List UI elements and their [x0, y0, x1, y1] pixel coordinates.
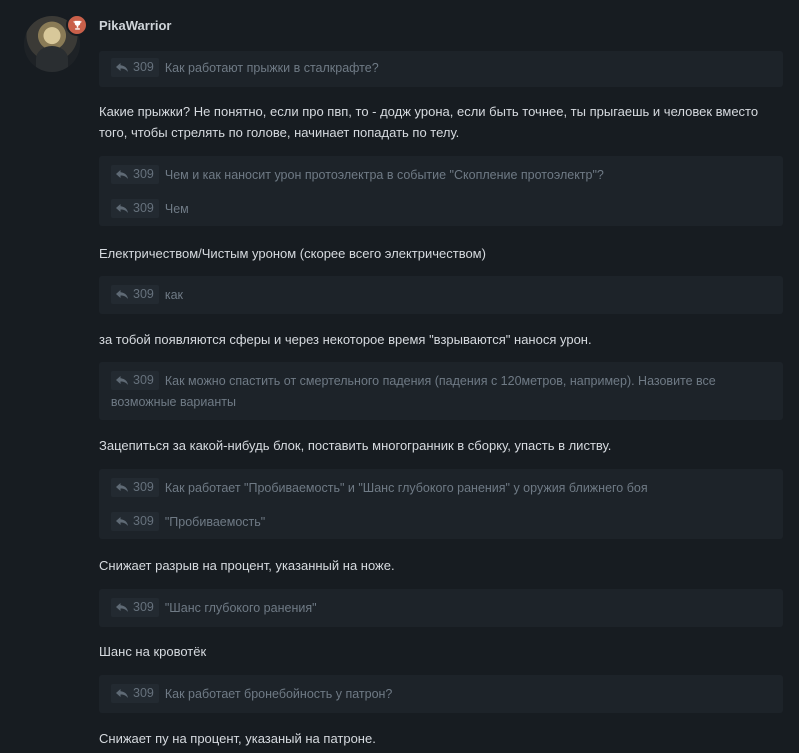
- quote-id: 309: [133, 287, 154, 301]
- quote-reference[interactable]: 309: [111, 165, 159, 184]
- trophy-icon: [66, 14, 88, 36]
- quote-item: 309 Как можно спастить от смертельного п…: [111, 371, 751, 413]
- answer-text: Снижает разрыв на процент, указанный на …: [99, 558, 395, 573]
- quote-block: 309 Чем и как наносит урон протоэлектра …: [99, 156, 783, 226]
- quote-id: 309: [133, 201, 154, 215]
- reply-icon: [116, 203, 128, 213]
- quote-reference[interactable]: 309: [111, 199, 159, 218]
- answer-text: Шанс на кровотёк: [99, 644, 207, 659]
- quote-item: 309 Чем и как наносит урон протоэлектра …: [111, 165, 604, 186]
- quote-reference[interactable]: 309: [111, 478, 159, 497]
- quote-block: 309 как: [99, 276, 783, 314]
- answer-text: Зацепиться за какой-нибудь блок, постави…: [99, 438, 612, 453]
- user-avatar-container[interactable]: [24, 14, 88, 76]
- quote-id: 309: [133, 600, 154, 614]
- quote-text: Как можно спастить от смертельного паден…: [110, 374, 716, 409]
- quote-item: 309 "Пробиваемость": [111, 512, 265, 533]
- quote-reference[interactable]: 309: [111, 598, 159, 617]
- quote-id: 309: [133, 60, 154, 74]
- quote-text: "Пробиваемость": [164, 515, 266, 529]
- quote-block: 309 Как работает "Пробиваемость" и "Шанс…: [99, 469, 783, 539]
- answer-text: за тобой появляются сферы и через некото…: [99, 332, 592, 347]
- reply-icon: [116, 62, 128, 72]
- quote-id: 309: [133, 167, 154, 181]
- quote-item: 309 Чем: [111, 199, 189, 220]
- reply-icon: [116, 482, 128, 492]
- reply-icon: [116, 289, 128, 299]
- quote-reference[interactable]: 309: [111, 684, 159, 703]
- answer-text: Какие прыжки? Не понятно, если про пвп, …: [99, 104, 759, 140]
- quote-block: 309 Как работает бронебойность у патрон?: [99, 675, 783, 713]
- quote-id: 309: [133, 686, 154, 700]
- quote-reference[interactable]: 309: [111, 285, 159, 304]
- reply-icon: [116, 516, 128, 526]
- quote-reference[interactable]: 309: [111, 512, 159, 531]
- quote-text: "Шанс глубокого ранения": [164, 601, 317, 615]
- reply-icon: [116, 169, 128, 179]
- quote-text: Как работают прыжки в сталкрафте?: [164, 61, 379, 75]
- quote-item: 309 Как работает "Пробиваемость" и "Шанс…: [111, 478, 648, 499]
- quote-reference[interactable]: 309: [111, 58, 159, 77]
- quote-text: Чем: [164, 202, 189, 216]
- quote-text: как: [164, 288, 184, 302]
- quote-text: Как работает бронебойность у патрон?: [164, 687, 393, 701]
- quote-text: Как работает "Пробиваемость" и "Шанс глу…: [164, 481, 648, 495]
- quote-text: Чем и как наносит урон протоэлектра в со…: [164, 168, 604, 182]
- quote-item: 309 "Шанс глубокого ранения": [111, 598, 317, 619]
- quote-block: 309 Как можно спастить от смертельного п…: [99, 362, 783, 420]
- reply-icon: [116, 688, 128, 698]
- quote-block: 309 Как работают прыжки в сталкрафте?: [99, 51, 783, 87]
- quote-id: 309: [133, 480, 154, 494]
- quote-item: 309 как: [111, 285, 183, 306]
- reply-icon: [116, 602, 128, 612]
- answer-text: Снижает пу на процент, указаный на патро…: [99, 731, 376, 746]
- quote-id: 309: [133, 514, 154, 528]
- quote-block: 309 "Шанс глубокого ранения": [99, 589, 783, 627]
- quote-item: 309 Как работают прыжки в сталкрафте?: [111, 58, 379, 79]
- quote-item: 309 Как работает бронебойность у патрон?: [111, 684, 392, 705]
- username[interactable]: PikaWarrior: [99, 18, 172, 33]
- answer-text: Електричеством/Чистым уроном (скорее все…: [99, 246, 486, 261]
